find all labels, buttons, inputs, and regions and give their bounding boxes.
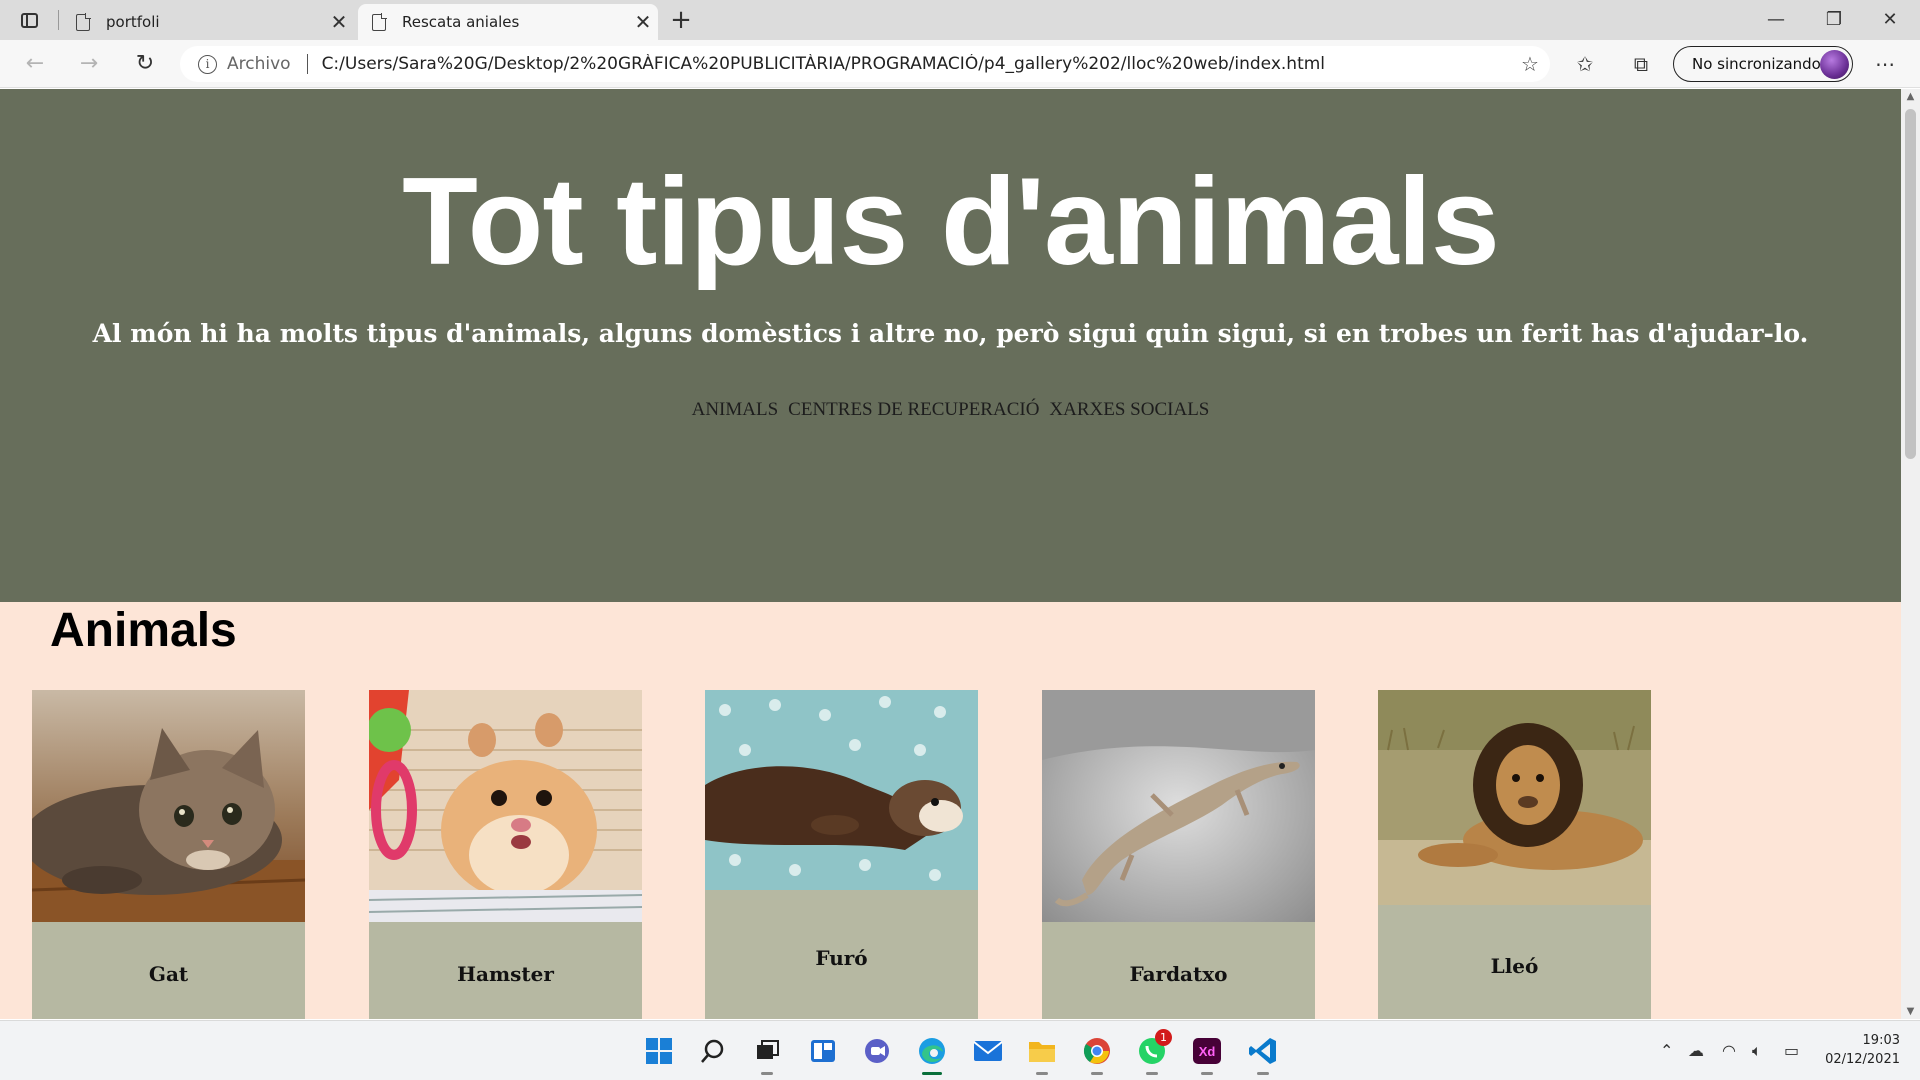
task-view-icon[interactable] bbox=[747, 1033, 787, 1075]
widgets-icon[interactable] bbox=[803, 1033, 843, 1069]
running-indicator bbox=[761, 1072, 773, 1075]
animal-card-furo[interactable]: Furó bbox=[705, 690, 978, 1019]
hero-subtitle: Al món hi ha molts tipus d'animals, algu… bbox=[92, 319, 1809, 348]
hero-header: Tot tipus d'animals Al món hi ha molts t… bbox=[0, 89, 1901, 602]
ferret-photo bbox=[705, 690, 978, 890]
scroll-down-icon[interactable]: ▼ bbox=[1901, 1006, 1920, 1017]
collections-icon[interactable]: ⧉ bbox=[1624, 48, 1658, 80]
restore-button[interactable]: ❐ bbox=[1806, 0, 1862, 40]
back-button[interactable]: ← bbox=[18, 48, 52, 80]
page-icon bbox=[372, 12, 387, 31]
chrome-icon[interactable] bbox=[1077, 1033, 1117, 1075]
svg-text:Xd: Xd bbox=[1199, 1044, 1216, 1059]
animal-card-fardatxo[interactable]: Fardatxo bbox=[1042, 690, 1315, 1019]
clock[interactable]: 19:03 02/12/2021 bbox=[1820, 1031, 1900, 1069]
running-indicator bbox=[922, 1072, 942, 1075]
volume-muted-icon[interactable]: 🔈︎ bbox=[1752, 1041, 1762, 1061]
scroll-up-icon[interactable]: ▲ bbox=[1901, 91, 1920, 102]
clock-time: 19:03 bbox=[1862, 1033, 1900, 1048]
close-icon[interactable]: ✕ bbox=[628, 10, 658, 34]
scroll-thumb[interactable] bbox=[1905, 109, 1916, 459]
card-label: Lleó bbox=[1490, 954, 1539, 978]
onedrive-icon[interactable]: ☁ bbox=[1688, 1041, 1704, 1060]
chevron-up-icon[interactable]: ⌃ bbox=[1660, 1041, 1673, 1060]
add-favorite-icon[interactable]: ☆ bbox=[1510, 52, 1550, 76]
file-explorer-icon[interactable] bbox=[1022, 1033, 1062, 1075]
tab-title: Rescata aniales bbox=[402, 13, 520, 31]
tab-actions-icon[interactable] bbox=[14, 8, 44, 32]
address-divider bbox=[306, 54, 308, 74]
refresh-button[interactable]: ↻ bbox=[128, 48, 162, 80]
lizard-photo bbox=[1042, 690, 1315, 922]
battery-icon[interactable]: ▭ bbox=[1784, 1041, 1799, 1060]
running-indicator bbox=[1146, 1072, 1158, 1075]
more-options-icon[interactable]: ⋯ bbox=[1868, 48, 1902, 80]
tab-strip: portfoli ✕ Rescata aniales ✕ + — ❐ ✕ bbox=[0, 0, 1920, 40]
close-icon[interactable]: ✕ bbox=[324, 10, 354, 34]
tab-rescata-aniales[interactable]: Rescata aniales ✕ bbox=[358, 4, 658, 40]
animal-card-lleo[interactable]: Lleó bbox=[1378, 690, 1651, 1019]
search-icon[interactable] bbox=[693, 1033, 733, 1069]
hamster-photo bbox=[369, 690, 642, 922]
address-url[interactable]: C:/Users/Sara%20G/Desktop/2%20GRÀFICA%20… bbox=[322, 54, 1510, 74]
section-title: Animals bbox=[50, 604, 237, 657]
tab-portfoli[interactable]: portfoli ✕ bbox=[62, 4, 354, 40]
tab-title: portfoli bbox=[106, 13, 160, 31]
cat-photo bbox=[32, 690, 305, 922]
lion-photo bbox=[1378, 690, 1651, 905]
sync-label: No sincronizando bbox=[1692, 55, 1821, 73]
card-label: Fardatxo bbox=[1129, 962, 1228, 986]
edge-icon[interactable] bbox=[912, 1033, 952, 1075]
favorites-icon[interactable]: ✩ bbox=[1568, 48, 1602, 80]
profile-sync-button[interactable]: No sincronizando bbox=[1673, 46, 1853, 82]
taskbar: 1 Xd ⌃ ☁ ◠ 🔈︎ ▭ 19:03 02/12/2021 bbox=[0, 1020, 1920, 1080]
page-scrollbar[interactable]: ▲ ▼ bbox=[1901, 89, 1920, 1019]
adobe-xd-icon[interactable]: Xd bbox=[1187, 1033, 1227, 1075]
main-nav: ANIMALS CENTRES DE RECUPERACIÓ XARXES SO… bbox=[0, 399, 1901, 421]
vscode-icon[interactable] bbox=[1243, 1033, 1283, 1075]
card-label: Furó bbox=[815, 946, 868, 970]
clock-date: 02/12/2021 bbox=[1825, 1052, 1900, 1067]
forward-button[interactable]: → bbox=[72, 48, 106, 80]
page-viewport: Tot tipus d'animals Al món hi ha molts t… bbox=[0, 89, 1901, 1019]
nav-link-xarxes[interactable]: XARXES SOCIALS bbox=[1049, 399, 1209, 421]
close-window-button[interactable]: ✕ bbox=[1862, 0, 1918, 40]
info-icon[interactable]: i bbox=[198, 54, 217, 74]
whatsapp-icon[interactable]: 1 bbox=[1132, 1029, 1172, 1075]
avatar bbox=[1820, 50, 1849, 79]
new-tab-button[interactable]: + bbox=[666, 6, 696, 34]
address-origin-label: Archivo bbox=[227, 54, 291, 74]
running-indicator bbox=[1036, 1072, 1048, 1075]
wifi-icon[interactable]: ◠ bbox=[1722, 1041, 1736, 1060]
page-title: Tot tipus d'animals bbox=[402, 153, 1500, 291]
running-indicator bbox=[1201, 1072, 1213, 1075]
card-label: Gat bbox=[148, 962, 189, 986]
animal-card-gat[interactable]: Gat bbox=[32, 690, 305, 1019]
tab-separator bbox=[58, 10, 59, 30]
nav-link-centres[interactable]: CENTRES DE RECUPERACIÓ bbox=[788, 399, 1039, 421]
animal-card-hamster[interactable]: Hamster bbox=[369, 690, 642, 1019]
running-indicator bbox=[1091, 1072, 1103, 1075]
browser-toolbar: ← → ↻ i Archivo C:/Users/Sara%20G/Deskto… bbox=[0, 40, 1920, 88]
running-indicator bbox=[1257, 1072, 1269, 1075]
address-bar[interactable]: i Archivo C:/Users/Sara%20G/Desktop/2%20… bbox=[180, 46, 1550, 82]
teams-chat-icon[interactable] bbox=[857, 1033, 897, 1069]
windows-start-icon[interactable] bbox=[639, 1033, 679, 1069]
nav-link-animals[interactable]: ANIMALS bbox=[692, 399, 779, 421]
card-label: Hamster bbox=[457, 962, 554, 986]
page-icon bbox=[76, 12, 91, 31]
mail-icon[interactable] bbox=[968, 1033, 1008, 1069]
minimize-button[interactable]: — bbox=[1748, 0, 1804, 40]
notification-badge: 1 bbox=[1155, 1029, 1172, 1046]
